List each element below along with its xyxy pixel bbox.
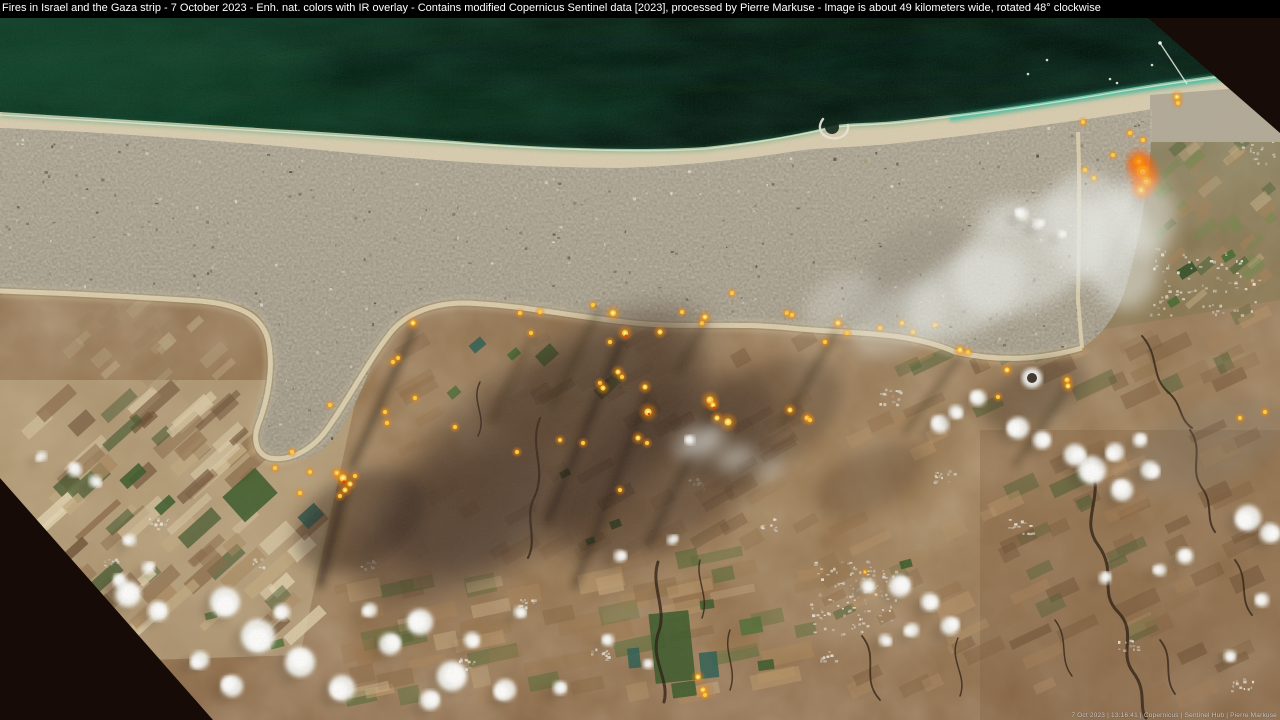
attribution-watermark: 7 Oct 2023 | 13:16:41 | Copernicus | Sen… [1071,712,1277,719]
title-bar: Fires in Israel and the Gaza strip - 7 O… [0,0,1280,18]
image-grain [0,18,1280,720]
satellite-image [0,18,1280,720]
screenshot: Fires in Israel and the Gaza strip - 7 O… [0,0,1280,720]
image-caption: Fires in Israel and the Gaza strip - 7 O… [2,2,1101,14]
